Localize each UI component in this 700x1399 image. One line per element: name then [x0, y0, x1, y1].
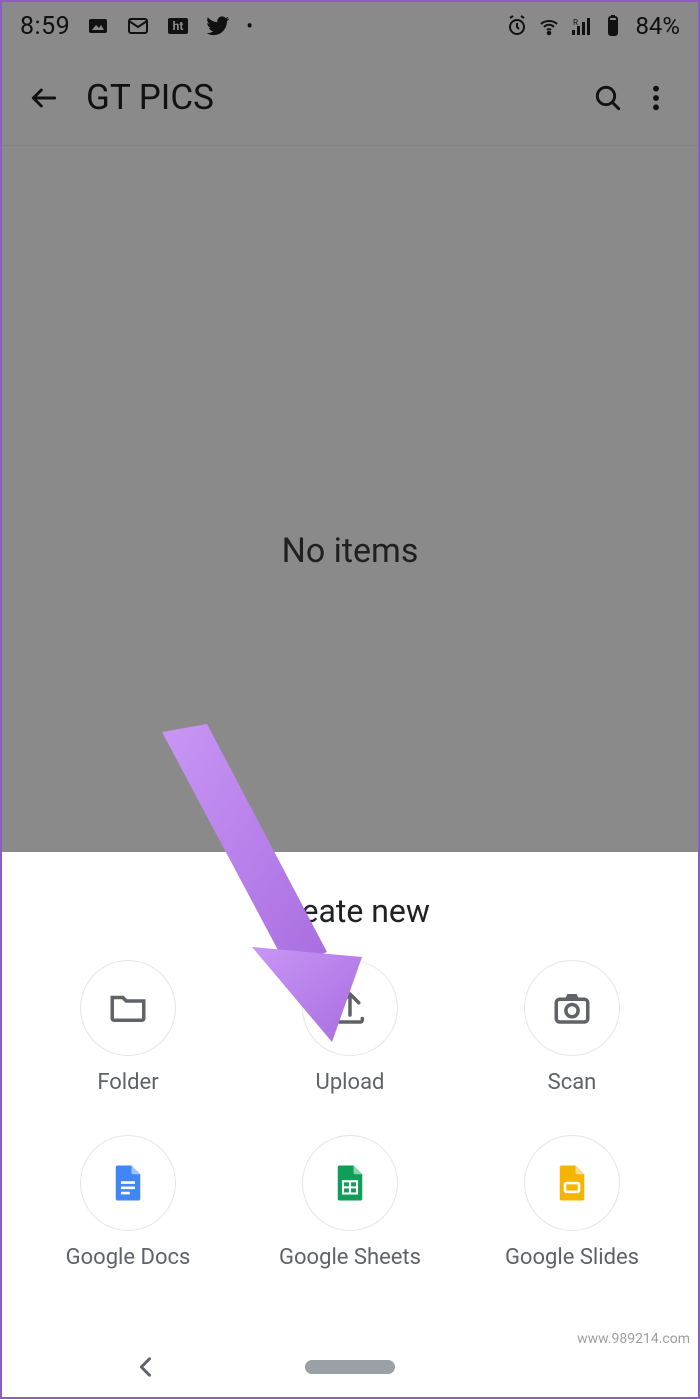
sheet-item-label: Google Docs [66, 1245, 191, 1270]
folder-icon [80, 960, 176, 1056]
sheet-item-label: Upload [316, 1070, 385, 1095]
sheet-title: Create new [2, 892, 698, 930]
create-new-sheet: Create new Folder Upload Scan [2, 852, 698, 1397]
create-folder-button[interactable]: Folder [22, 960, 234, 1095]
sheet-item-label: Scan [548, 1070, 597, 1095]
docs-icon [80, 1135, 176, 1231]
slides-icon [524, 1135, 620, 1231]
nav-back-button[interactable] [132, 1353, 160, 1381]
scan-button[interactable]: Scan [466, 960, 678, 1095]
sheet-item-label: Folder [97, 1070, 158, 1095]
upload-icon [302, 960, 398, 1056]
sheets-icon [302, 1135, 398, 1231]
google-slides-button[interactable]: Google Slides [466, 1135, 678, 1270]
google-docs-button[interactable]: Google Docs [22, 1135, 234, 1270]
watermark-text: www.989214.com [577, 1331, 690, 1347]
sheet-item-label: Google Sheets [279, 1245, 421, 1270]
camera-icon [524, 960, 620, 1056]
sheet-item-label: Google Slides [505, 1245, 639, 1270]
upload-button[interactable]: Upload [244, 960, 456, 1095]
google-sheets-button[interactable]: Google Sheets [244, 1135, 456, 1270]
modal-overlay[interactable] [2, 2, 698, 852]
nav-home-pill[interactable] [305, 1360, 395, 1374]
